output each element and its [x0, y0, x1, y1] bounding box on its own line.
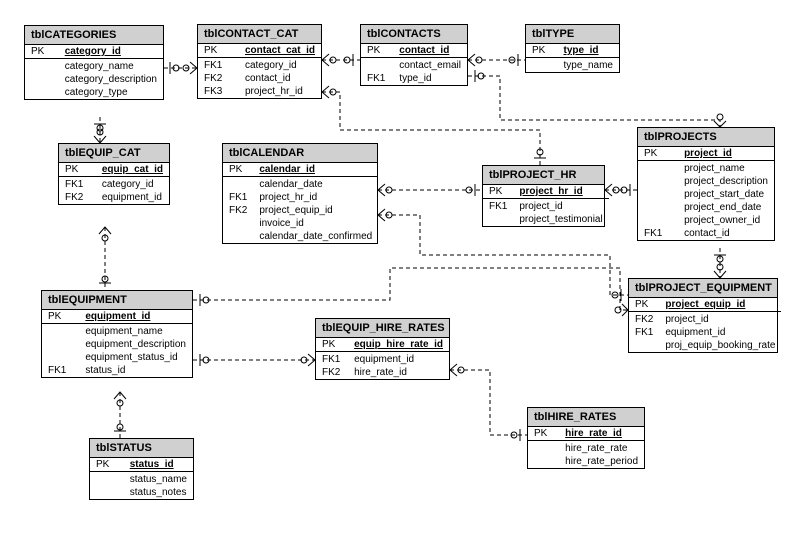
entity-categories: tblCATEGORIES PKcategory_id category_nam… [24, 25, 164, 100]
entity-project-equipment: tblPROJECT_EQUIPMENT PKproject_equip_id … [628, 278, 778, 353]
entity-title: tblCONTACT_CAT [198, 25, 321, 44]
entity-title: tblEQUIPMENT [42, 291, 192, 310]
entity-equip-cat: tblEQUIP_CAT PKequip_cat_id FK1category_… [58, 143, 170, 205]
entity-title: tblHIRE_RATES [528, 408, 644, 427]
entity-projects: tblPROJECTS PKproject_id project_name pr… [637, 127, 775, 241]
entity-title: tblSTATUS [90, 439, 193, 458]
entity-project-hr: tblPROJECT_HR PKproject_hr_id FK1project… [482, 165, 605, 227]
entity-title: tblCATEGORIES [25, 26, 163, 45]
entity-status: tblSTATUS PKstatus_id status_name status… [89, 438, 194, 500]
entity-type: tblTYPE PKtype_id type_name [525, 24, 620, 73]
entity-contact-cat: tblCONTACT_CAT PKcontact_cat_id FK1categ… [197, 24, 322, 99]
entity-equipment: tblEQUIPMENT PKequipment_id equipment_na… [41, 290, 193, 378]
entity-title: tblPROJECT_EQUIPMENT [629, 279, 777, 298]
entity-calendar: tblCALENDAR PKcalendar_id calendar_date … [222, 143, 378, 244]
entity-title: tblCALENDAR [223, 144, 377, 163]
entity-title: tblPROJECTS [638, 128, 774, 147]
entity-title: tblPROJECT_HR [483, 166, 604, 185]
entity-title: tblEQUIP_HIRE_RATES [316, 319, 449, 338]
entity-title: tblCONTACTS [361, 25, 467, 44]
entity-equip-hire-rates: tblEQUIP_HIRE_RATES PKequip_hire_rate_id… [315, 318, 450, 380]
entity-title: tblTYPE [526, 25, 619, 44]
entity-hire-rates: tblHIRE_RATES PKhire_rate_id hire_rate_r… [527, 407, 645, 469]
entity-contacts: tblCONTACTS PKcontact_id contact_email F… [360, 24, 468, 86]
entity-title: tblEQUIP_CAT [59, 144, 169, 163]
